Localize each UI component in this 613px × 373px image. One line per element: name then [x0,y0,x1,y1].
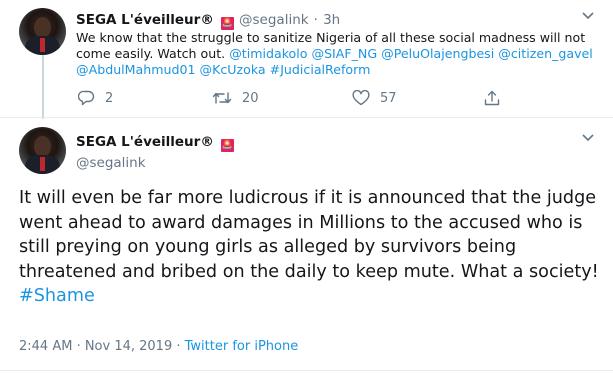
retweet-button[interactable]: 20 [212,90,259,106]
meta-separator: · [172,339,185,354]
tweet-header: SEGA L'éveilleur® 🚨 @segalink [76,131,234,171]
reply-button[interactable]: 2 [78,90,113,106]
mention-link[interactable]: @PeluOlajengbesi [381,46,494,61]
tweet-text: It will even be far more ludicrous if it… [19,186,609,309]
hashtag-link[interactable]: #JudicialReform [270,62,371,77]
avatar[interactable] [19,8,66,55]
hashtag-link[interactable]: #Shame [19,286,95,306]
tweet-time[interactable]: 3h [323,12,340,28]
user-handle[interactable]: @segalink [239,12,309,28]
user-handle[interactable]: @segalink [76,155,234,171]
mention-link[interactable]: @citizen_gavel [498,46,593,61]
like-count: 57 [380,90,397,106]
heart-icon [352,90,370,106]
tweet-source-link[interactable]: Twitter for iPhone [185,339,299,354]
separator-dot: · [313,12,318,28]
share-button[interactable] [484,90,500,106]
siren-badge-icon: 🚨 [220,139,234,152]
display-name[interactable]: SEGA L'éveilleur® [76,134,214,150]
mention-link[interactable]: @SIAF_NG [311,46,377,61]
like-button[interactable]: 57 [352,90,397,106]
display-name[interactable]: SEGA L'éveilleur® [76,12,214,28]
mention-link[interactable]: @KcUzoka [200,62,266,77]
thread-connector-line [42,55,44,119]
tweet-meta: 2:44 AM · Nov 14, 2019 · Twitter for iPh… [19,339,298,354]
tweet-actions: 2 20 57 [76,90,516,112]
chevron-down-icon[interactable] [582,131,594,145]
retweet-count: 20 [242,90,259,106]
tweet-timestamp[interactable]: 2:44 AM · Nov 14, 2019 [19,339,172,354]
share-icon [484,90,500,106]
retweet-icon [212,90,232,106]
tweet-card[interactable]: SEGA L'éveilleur® 🚨 @segalink · 3h We kn… [0,0,613,119]
tweet-text: We know that the struggle to sanitize Ni… [76,30,596,78]
avatar[interactable] [19,127,66,174]
tweet-header: SEGA L'éveilleur® 🚨 @segalink · 3h [76,9,340,30]
divider [0,117,613,118]
mention-link[interactable]: @timidakolo [229,46,307,61]
chevron-down-icon[interactable] [582,9,594,23]
tweet-text-plain: It will even be far more ludicrous if it… [19,188,599,282]
mention-link[interactable]: @AbdulMahmud01 [76,62,196,77]
siren-badge-icon: 🚨 [220,17,234,30]
reply-count: 2 [105,90,114,106]
reply-icon [78,90,95,106]
divider [0,370,613,371]
